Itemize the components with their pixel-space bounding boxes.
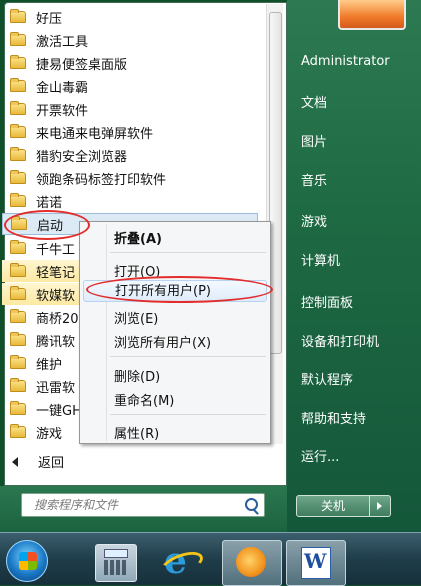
menu-item-properties[interactable]: 属性(R) [114,423,159,442]
right-item-devices-printers[interactable]: 设备和打印机 [301,331,379,350]
menu-gutter [106,224,107,441]
internet-explorer-icon[interactable]: e [160,540,200,582]
folder-icon [10,193,26,207]
menu-item-rename[interactable]: 重命名(M) [114,390,174,409]
program-folder-sticky-notes[interactable]: 捷易便签桌面版 [2,52,258,74]
annotation-ellipse-startup [4,210,90,240]
folder-icon [10,309,26,323]
menu-separator [110,414,266,415]
menu-item-collapse[interactable]: 折叠(A) [114,228,162,247]
folder-icon [10,101,26,115]
folder-icon [10,355,26,369]
search-icon[interactable] [245,498,258,511]
program-folder-kingsoft-antivirus[interactable]: 金山毒霸 [2,75,258,97]
folder-icon [10,240,26,254]
fox-browser-icon[interactable] [222,540,282,586]
right-item-run[interactable]: 运行... [301,446,339,465]
folder-icon [10,9,26,23]
shutdown-group: 关机 [296,495,391,517]
program-folder-nuonuo[interactable]: 诺诺 [2,190,258,212]
right-item-computer[interactable]: 计算机 [301,250,340,269]
annotation-ellipse-open-all-users [86,276,273,303]
right-item-control-panel[interactable]: 控制面板 [301,292,353,311]
menu-separator [110,252,266,253]
right-item-default-programs[interactable]: 默认程序 [301,369,353,388]
word-icon[interactable]: W [286,540,346,586]
folder-icon [10,55,26,69]
folder-icon [10,147,26,161]
folder-icon [10,32,26,46]
menu-item-explore[interactable]: 浏览(E) [114,308,158,327]
right-item-pictures[interactable]: 图片 [301,131,327,150]
program-folder-invoice-software[interactable]: 开票软件 [2,98,258,120]
folder-icon [10,170,26,184]
search-input[interactable]: 搜索程序和文件 [21,493,265,517]
program-folder-haoya[interactable]: 好压 [2,6,258,28]
folder-icon [10,424,26,438]
back-arrow-icon [12,456,18,467]
program-folder-barcode-printing[interactable]: 领跑条码标签打印软件 [2,167,258,189]
folder-icon [10,378,26,392]
menu-separator [110,356,266,357]
folder-icon [10,286,26,300]
right-item-documents[interactable]: 文档 [301,92,327,111]
start-menu: 好压 激活工具 捷易便签桌面版 金山毒霸 开票软件 来电通来电弹屏软件 猎豹安全… [0,0,421,532]
right-item-music[interactable]: 音乐 [301,170,327,189]
right-item-help-support[interactable]: 帮助和支持 [301,408,366,427]
folder-icon [10,332,26,346]
folder-icon [10,263,26,277]
right-item-games[interactable]: 游戏 [301,211,327,230]
back-button[interactable]: 返回 [12,452,64,471]
program-folder-activation-tools[interactable]: 激活工具 [2,29,258,51]
taskbar [0,532,421,585]
menu-item-explore-all-users[interactable]: 浏览所有用户(X) [114,332,211,351]
folder-icon [10,401,26,415]
right-item-administrator[interactable]: Administrator [301,54,390,69]
context-menu: 折叠(A) 打开(O) 打开所有用户(P) 浏览(E) 浏览所有用户(X) 删除… [79,221,271,444]
folder-icon [10,124,26,138]
calculator-icon[interactable] [95,544,137,582]
program-folder-cheetah-browser[interactable]: 猎豹安全浏览器 [2,144,258,166]
windows-start-icon[interactable] [6,540,48,582]
folder-icon [10,78,26,92]
program-folder-caller-popup[interactable]: 来电通来电弹屏软件 [2,121,258,143]
shutdown-options-arrow-icon[interactable] [370,495,391,517]
shutdown-button[interactable]: 关机 [296,495,370,517]
menu-item-delete[interactable]: 删除(D) [114,366,160,385]
user-avatar[interactable] [338,0,406,30]
